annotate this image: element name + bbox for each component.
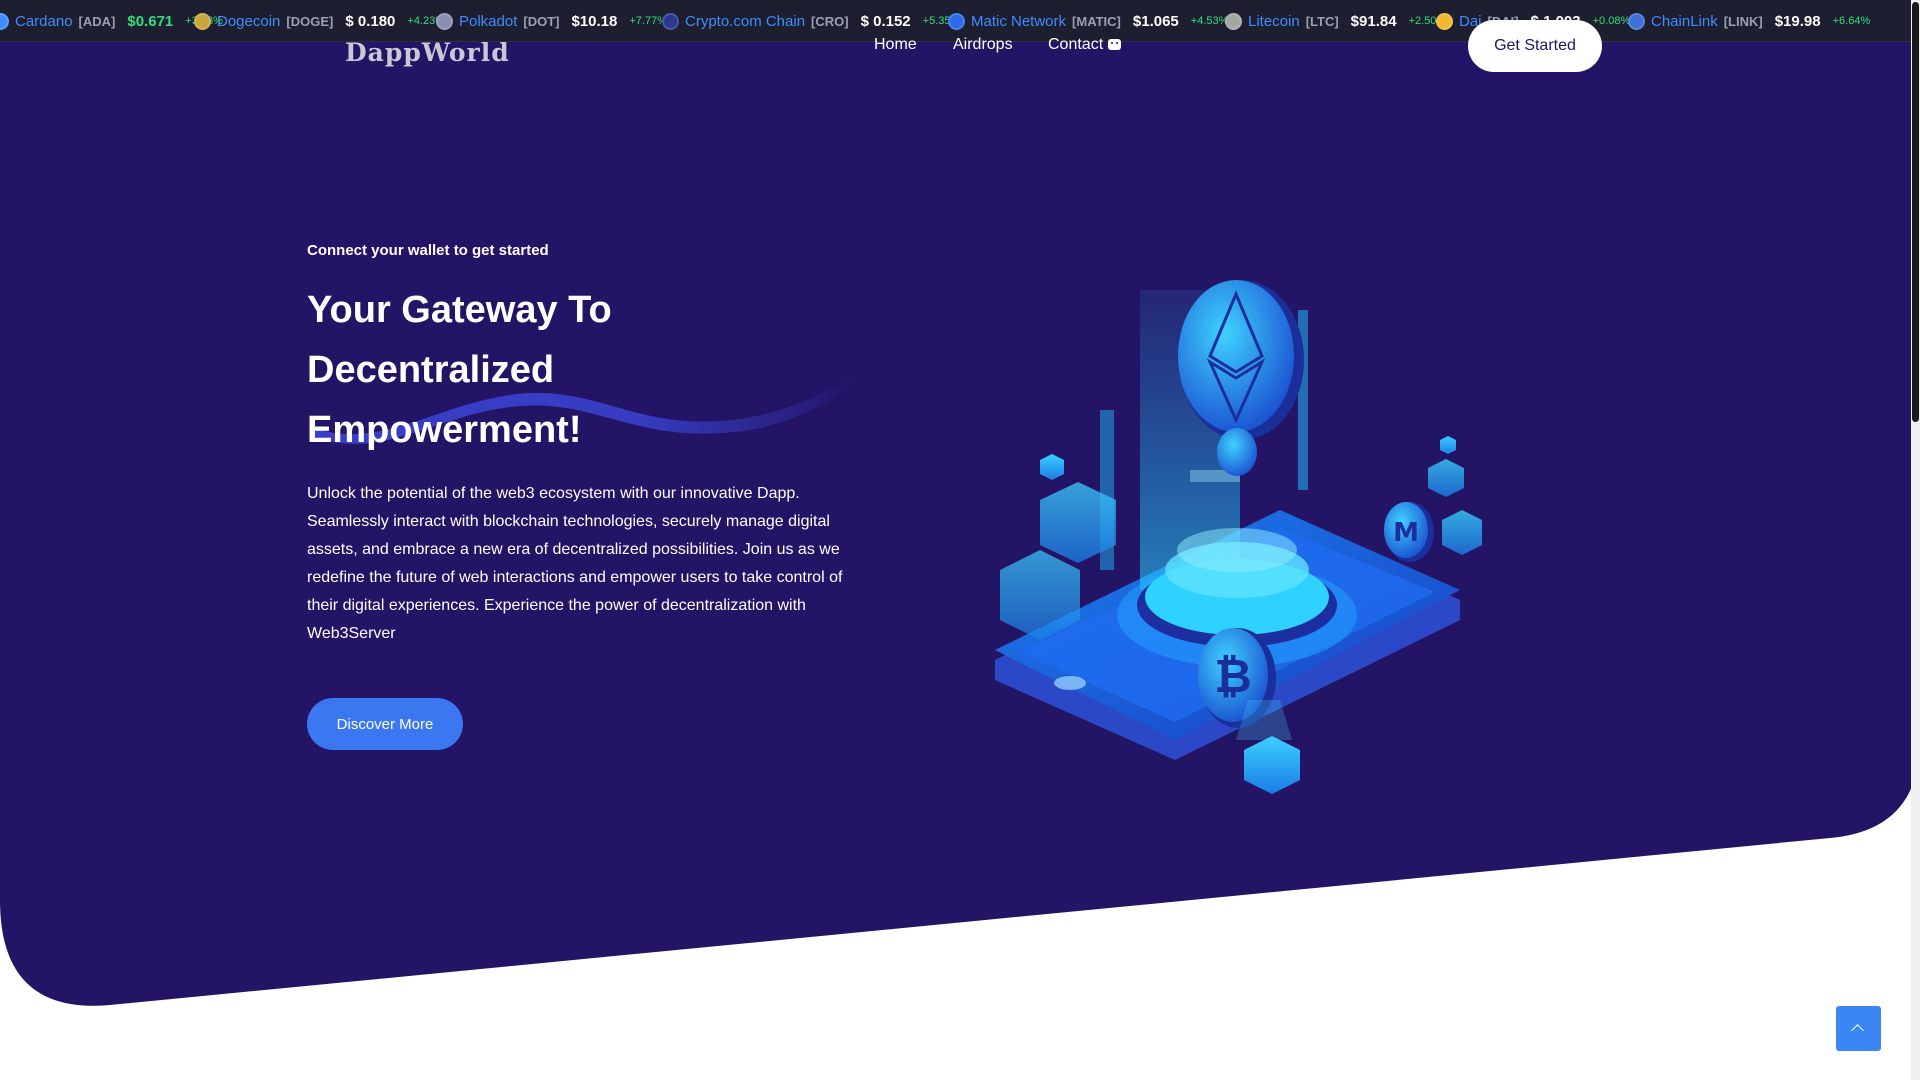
ticker-coin-symbol: [LINK] (1723, 13, 1763, 29)
ticker-coin-name: Matic Network (971, 12, 1067, 30)
hero-background (0, 0, 1920, 1006)
ticker-coin-symbol: [CRO] (811, 13, 849, 29)
ticker-coin-symbol: [LTC] (1305, 13, 1339, 29)
discover-more-button[interactable]: Discover More (307, 698, 463, 750)
ticker-coin-change: +6.64% (1832, 15, 1871, 27)
ticker-item[interactable]: Polkadot [DOT] $10.18 +7.77% (436, 0, 667, 41)
coin-icon (194, 12, 211, 30)
ticker-coin-price: $ 0.180 (345, 12, 396, 30)
page: Cardano[ADA]$0.671+3.38%Dogecoin[DOGE]$ … (0, 0, 1920, 1080)
hero-headline: Your Gateway To Decentralized Empowermen… (307, 280, 827, 460)
ticker-coin-price: $19.98 (1774, 12, 1821, 30)
coin-icon (0, 12, 9, 30)
hero-intro: Unlock the potential of the web3 ecosyst… (307, 485, 843, 642)
ticker-coin-name: Cardano (15, 12, 73, 30)
ticker-item[interactable]: Dogecoin [DOGE] $ 0.180 +4.23% (194, 0, 445, 41)
chevron-up-icon (1851, 1024, 1864, 1037)
headline-line-3: Empowerment! (307, 409, 582, 451)
ticker-coin-symbol: [ADA] (78, 13, 116, 29)
nav-contact-label: Contact (1048, 36, 1104, 53)
blockchain-illustration: ₿ M (995, 280, 1482, 794)
back-to-top-button[interactable] (1836, 1006, 1881, 1051)
ticker-item[interactable]: Litecoin [LTC] $91.84 +2.50% (1225, 0, 1446, 41)
nav-home-link[interactable]: Home (874, 36, 917, 54)
ticker-coin-price: $0.671 (127, 12, 174, 30)
site-logo[interactable]: DappWorld (345, 38, 510, 67)
ticker-coin-price: $ 0.152 (860, 12, 911, 30)
ticker-item[interactable]: ChainLink [LINK] $19.98 +6.64% (1628, 0, 1871, 41)
coin-icon (436, 12, 453, 30)
coin-icon (1436, 12, 1453, 30)
svg-text:₿: ₿ (1214, 649, 1252, 703)
ticker-coin-change: +4.53% (1190, 15, 1229, 27)
ticker-coin-symbol: [MATIC] (1072, 13, 1121, 29)
ticker-coin-name: Dogecoin (217, 12, 281, 30)
vertical-scrollbar[interactable] (1911, 0, 1920, 1080)
ticker-coin-symbol: [DOGE] (286, 13, 334, 29)
ticker-item[interactable]: Cardano[ADA]$0.671+3.38% (0, 0, 223, 41)
svg-text:M: M (1393, 518, 1419, 548)
headline-line-1: Your Gateway To (307, 289, 612, 331)
coin-icon (1225, 12, 1242, 30)
ticker-coin-name: Litecoin (1248, 12, 1300, 30)
nav-contact-link[interactable]: Contact (1048, 36, 1122, 54)
ticker-coin-name: Polkadot (459, 12, 518, 30)
coin-icon (948, 12, 965, 30)
get-started-button[interactable]: Get Started (1468, 20, 1602, 72)
ticker-coin-name: Crypto.com Chain (685, 12, 806, 30)
coin-icon (662, 12, 679, 30)
nav-airdrops-link[interactable]: Airdrops (953, 36, 1013, 54)
ticker-coin-price: $1.065 (1132, 12, 1179, 30)
hero-eyebrow: Connect your wallet to get started (307, 242, 549, 259)
discord-icon (1108, 39, 1122, 50)
coin-icon (1628, 12, 1645, 30)
ticker-coin-price: $10.18 (571, 12, 618, 30)
ticker-coin-change: +0.08% (1592, 15, 1631, 27)
ticker-coin-name: ChainLink (1651, 12, 1718, 30)
headline-line-2: Decentralized (307, 349, 555, 391)
scrollbar-thumb[interactable] (1912, 2, 1919, 422)
ticker-coin-symbol: [DOT] (523, 13, 560, 29)
ticker-coin-price: $91.84 (1350, 12, 1397, 30)
